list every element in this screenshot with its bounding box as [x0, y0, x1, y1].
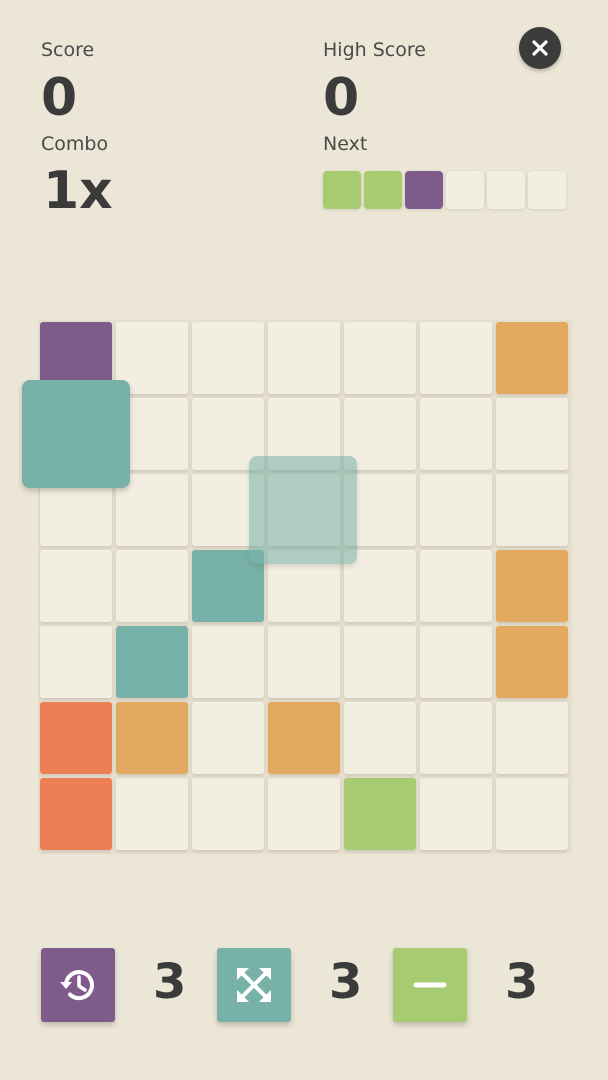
empty-cell[interactable] [420, 322, 492, 394]
empty-cell[interactable] [496, 474, 568, 546]
empty-cell[interactable] [496, 398, 568, 470]
empty-cell[interactable] [420, 474, 492, 546]
empty-cell[interactable] [116, 778, 188, 850]
minus-icon [413, 982, 447, 988]
empty-cell[interactable] [420, 702, 492, 774]
high-score-value: 0 [323, 68, 360, 128]
close-button[interactable] [519, 27, 561, 69]
undo-button[interactable] [41, 948, 115, 1022]
next-block-2 [364, 171, 402, 209]
empty-cell[interactable] [496, 702, 568, 774]
empty-cell[interactable] [420, 398, 492, 470]
empty-cell[interactable] [116, 550, 188, 622]
expand-arrows-icon [237, 968, 271, 1002]
empty-cell[interactable] [40, 626, 112, 698]
next-block-1 [323, 171, 361, 209]
orange-block[interactable] [116, 702, 188, 774]
high-score-label: High Score [323, 39, 426, 61]
undo-count: 3 [153, 954, 187, 1010]
next-label: Next [323, 133, 368, 155]
empty-cell[interactable] [344, 626, 416, 698]
remove-count: 3 [505, 954, 539, 1010]
next-queue [323, 171, 566, 209]
orange-block[interactable] [496, 322, 568, 394]
close-icon [532, 40, 548, 56]
dragging-block[interactable] [22, 380, 130, 488]
empty-cell[interactable] [268, 778, 340, 850]
teal-block[interactable] [116, 626, 188, 698]
empty-cell[interactable] [192, 702, 264, 774]
red-block[interactable] [40, 702, 112, 774]
empty-cell[interactable] [420, 778, 492, 850]
remove-button[interactable] [393, 948, 467, 1022]
empty-cell[interactable] [344, 322, 416, 394]
combo-value: 1x [43, 161, 113, 221]
orange-block[interactable] [268, 702, 340, 774]
next-block-6 [528, 171, 566, 209]
empty-cell[interactable] [496, 778, 568, 850]
empty-cell[interactable] [344, 702, 416, 774]
orange-block[interactable] [496, 626, 568, 698]
next-block-5 [487, 171, 525, 209]
empty-cell[interactable] [40, 550, 112, 622]
shuffle-button[interactable] [217, 948, 291, 1022]
empty-cell[interactable] [192, 778, 264, 850]
combo-label: Combo [41, 133, 109, 155]
empty-cell[interactable] [192, 322, 264, 394]
empty-cell[interactable] [420, 550, 492, 622]
empty-cell[interactable] [268, 322, 340, 394]
red-block[interactable] [40, 778, 112, 850]
score-label: Score [41, 39, 95, 61]
drop-preview-block [249, 456, 357, 564]
green-block[interactable] [344, 778, 416, 850]
orange-block[interactable] [496, 550, 568, 622]
empty-cell[interactable] [420, 626, 492, 698]
next-block-4 [446, 171, 484, 209]
empty-cell[interactable] [268, 626, 340, 698]
shuffle-count: 3 [329, 954, 363, 1010]
history-icon [60, 970, 94, 1001]
next-block-3 [405, 171, 443, 209]
empty-cell[interactable] [192, 626, 264, 698]
score-value: 0 [41, 68, 78, 128]
